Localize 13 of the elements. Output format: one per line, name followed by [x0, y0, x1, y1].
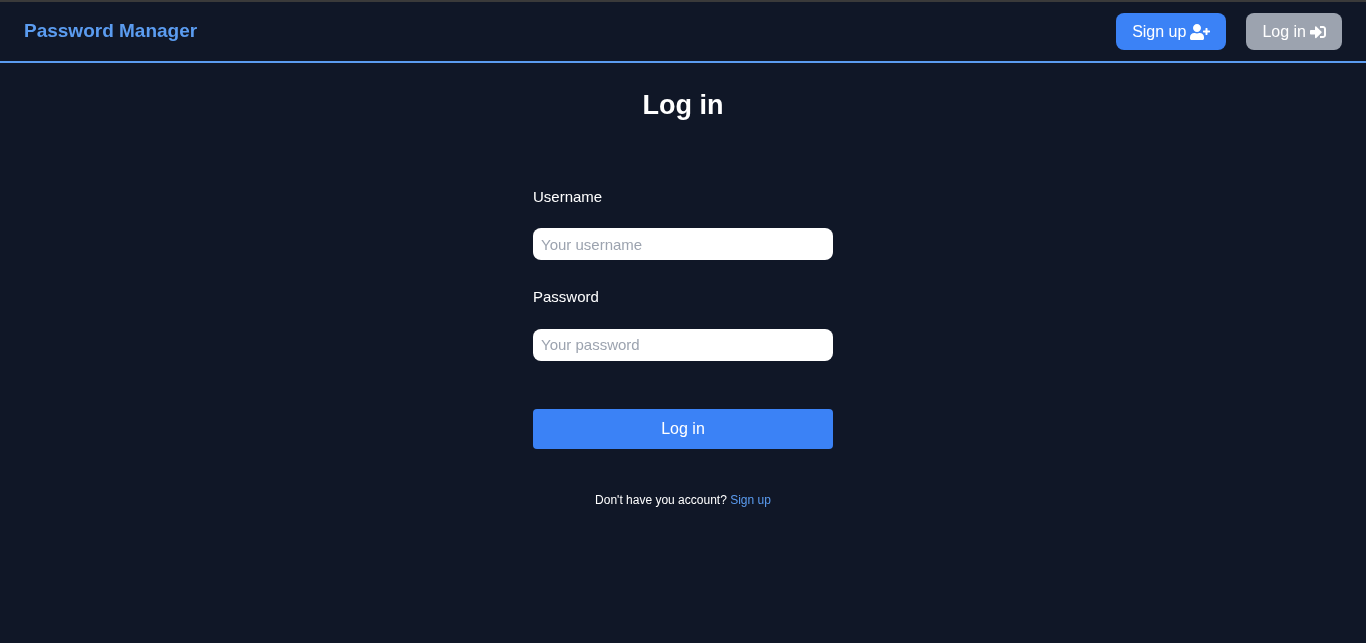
- field-label: Password: [533, 287, 600, 307]
- signup-button[interactable]: Sign up: [1116, 13, 1227, 50]
- brand-title[interactable]: Password Manager: [24, 17, 198, 46]
- sign-in-icon: [1310, 23, 1326, 40]
- signup-prompt: Don't have you account? Sign up: [594, 491, 772, 509]
- page-title: Log in: [642, 89, 724, 122]
- input-field[interactable]: Your username: [533, 228, 833, 260]
- login-submit-button[interactable]: Log in: [533, 408, 833, 449]
- field-label: Username: [533, 186, 604, 207]
- signup-link[interactable]: Sign up: [730, 492, 771, 507]
- user-plus-icon: [1190, 23, 1211, 40]
- input-field[interactable]: Your password: [533, 328, 833, 361]
- login-button[interactable]: Log in: [1246, 13, 1342, 50]
